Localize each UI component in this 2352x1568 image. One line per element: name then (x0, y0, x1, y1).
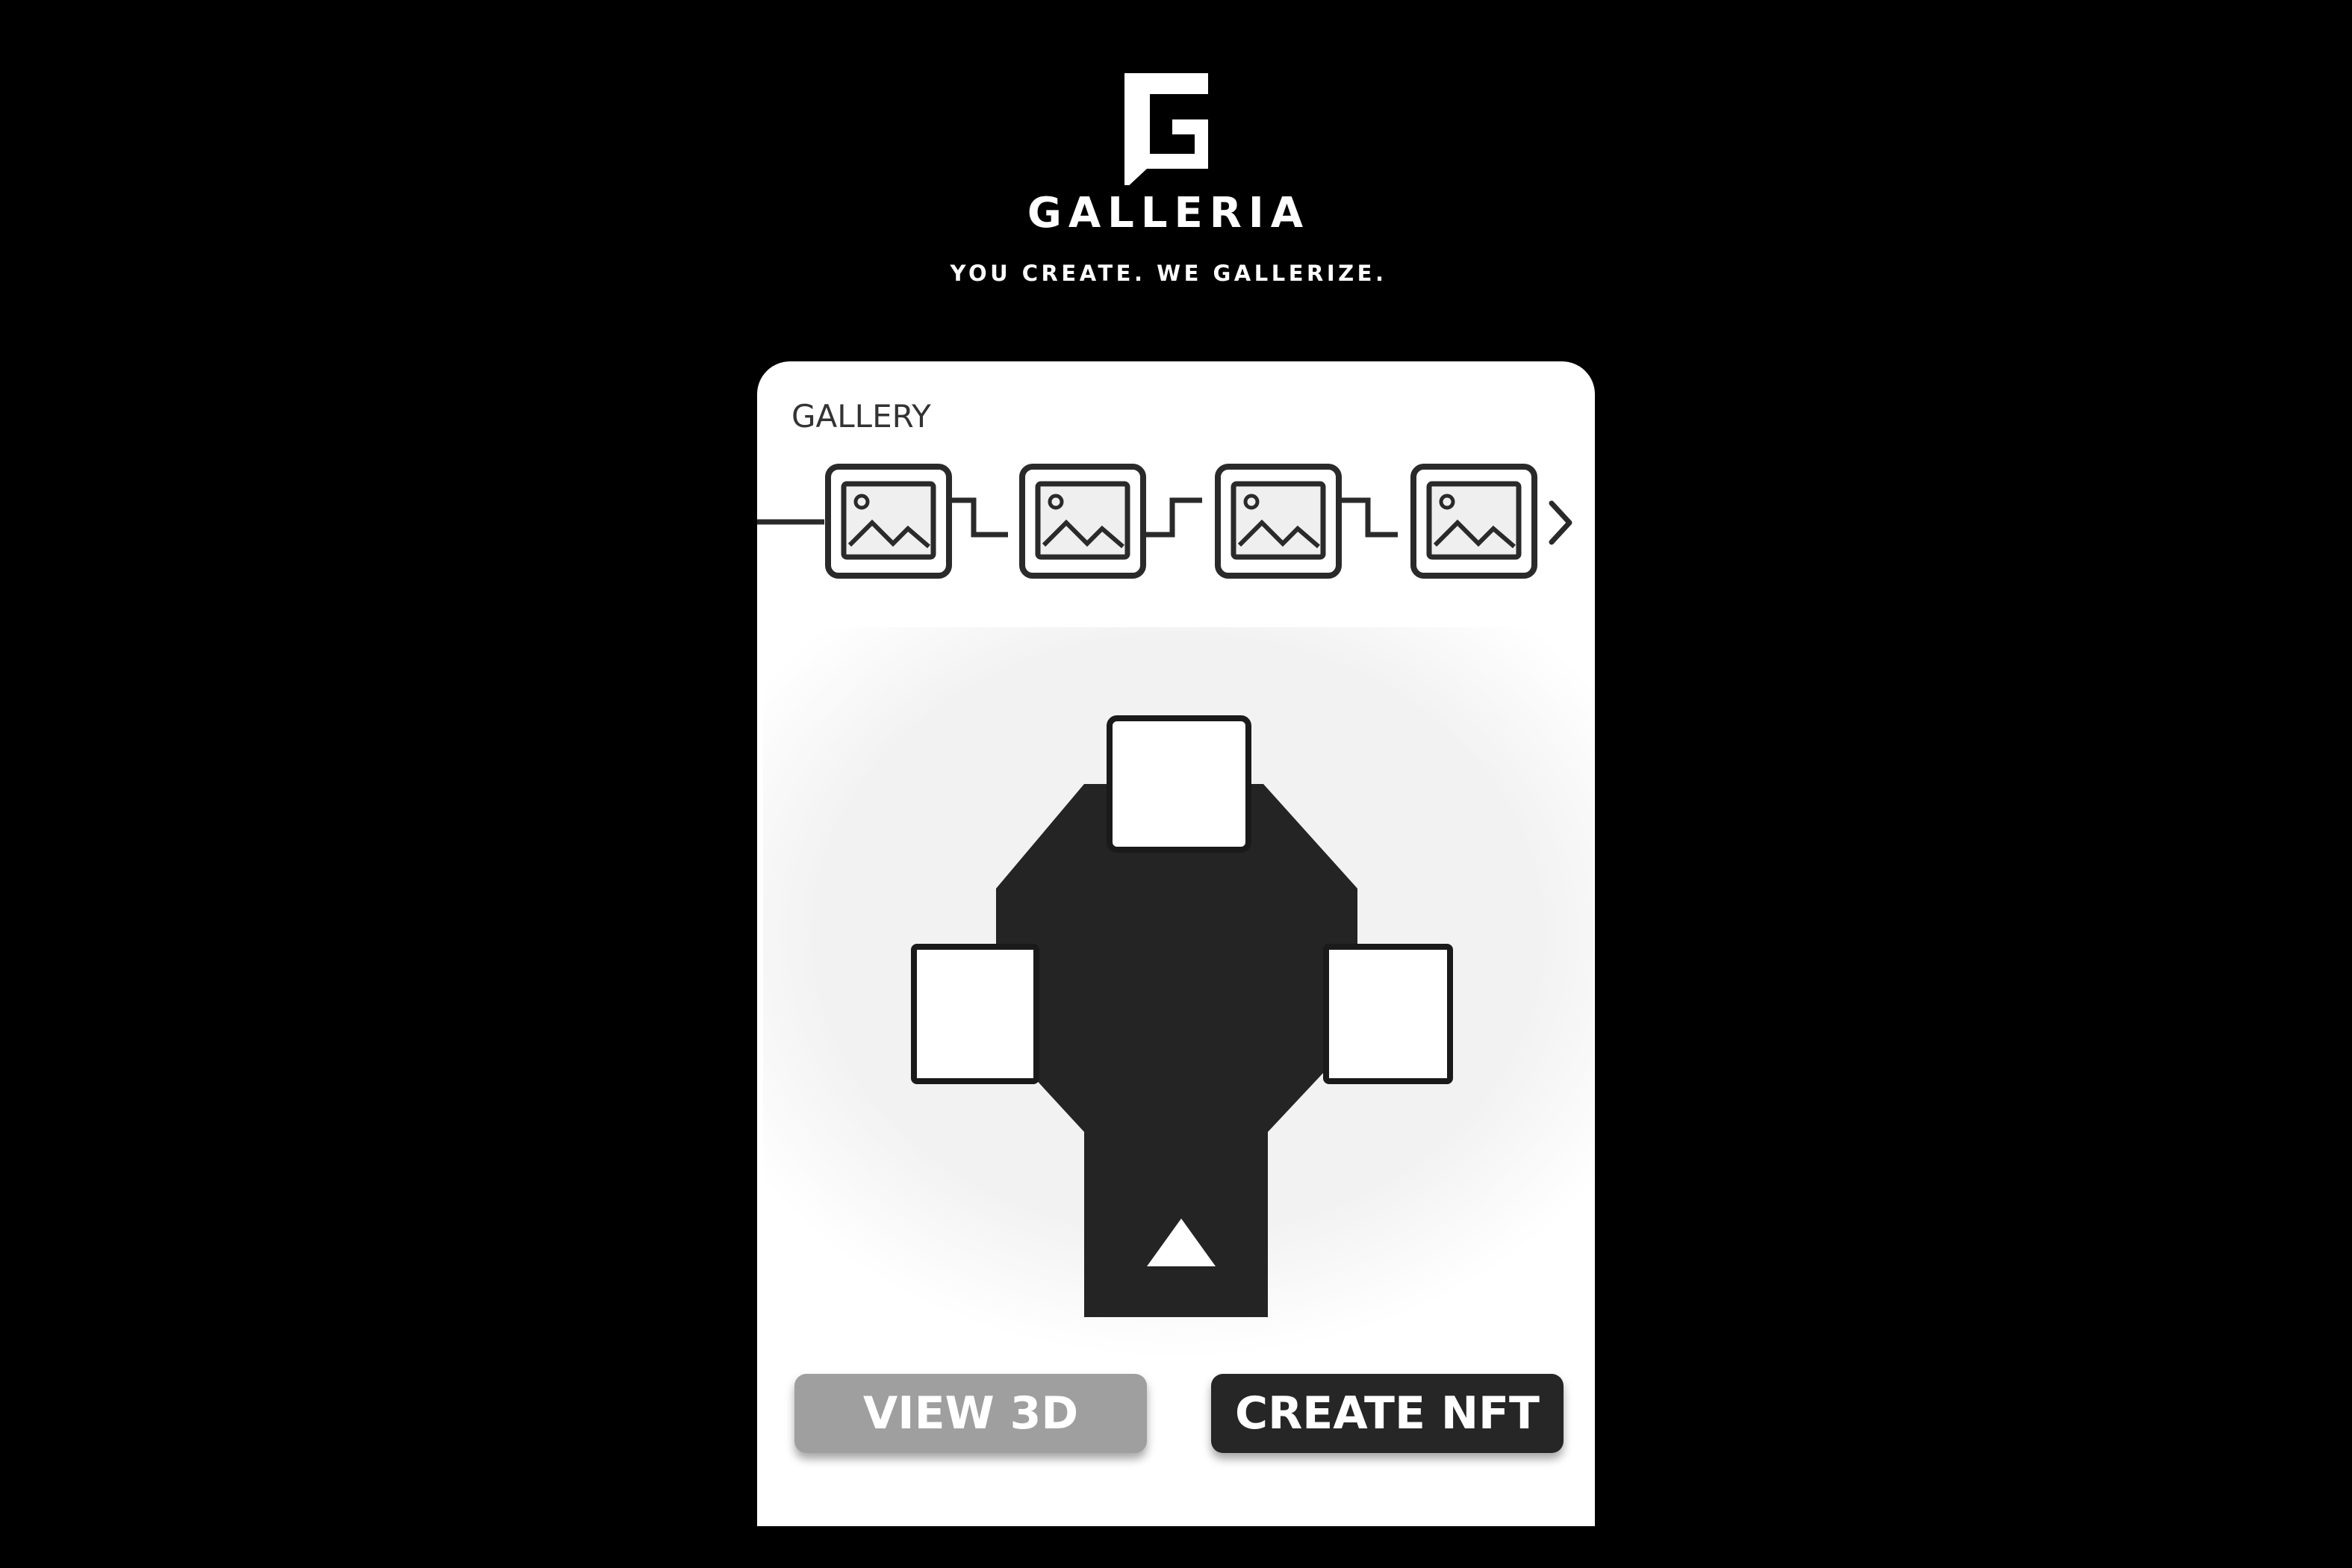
galleria-logo-icon (1124, 73, 1208, 185)
floor-plan-panel (763, 627, 1593, 1359)
image-icon (1231, 481, 1326, 560)
gallery-thumbnail-2[interactable] (1018, 463, 1147, 579)
image-icon (1035, 481, 1130, 560)
artwork-slot-top[interactable] (1107, 715, 1251, 853)
gallery-thumbnail-3[interactable] (1214, 463, 1343, 579)
artwork-slot-left[interactable] (911, 944, 1039, 1084)
gallery-card: GALLERY VIEW 3D CREATE NFT (757, 361, 1595, 1526)
floor-plan (911, 715, 1453, 1317)
gallery-thumbnail-4[interactable] (1410, 463, 1538, 579)
create-nft-button[interactable]: CREATE NFT (1211, 1374, 1564, 1453)
chevron-right-icon[interactable] (1541, 493, 1578, 553)
view-3d-button[interactable]: VIEW 3D (794, 1374, 1147, 1453)
artwork-slot-right[interactable] (1323, 944, 1453, 1084)
brand-tagline: YOU CREATE. WE GALLERIZE. (950, 261, 1387, 286)
brand-name: GALLERIA (1027, 189, 1310, 237)
gallery-label: GALLERY (791, 398, 931, 435)
gallery-thumbnail-1[interactable] (824, 463, 953, 579)
image-icon (1426, 481, 1522, 560)
image-icon (841, 481, 936, 560)
gallery-thumbnail-strip (757, 463, 1595, 590)
